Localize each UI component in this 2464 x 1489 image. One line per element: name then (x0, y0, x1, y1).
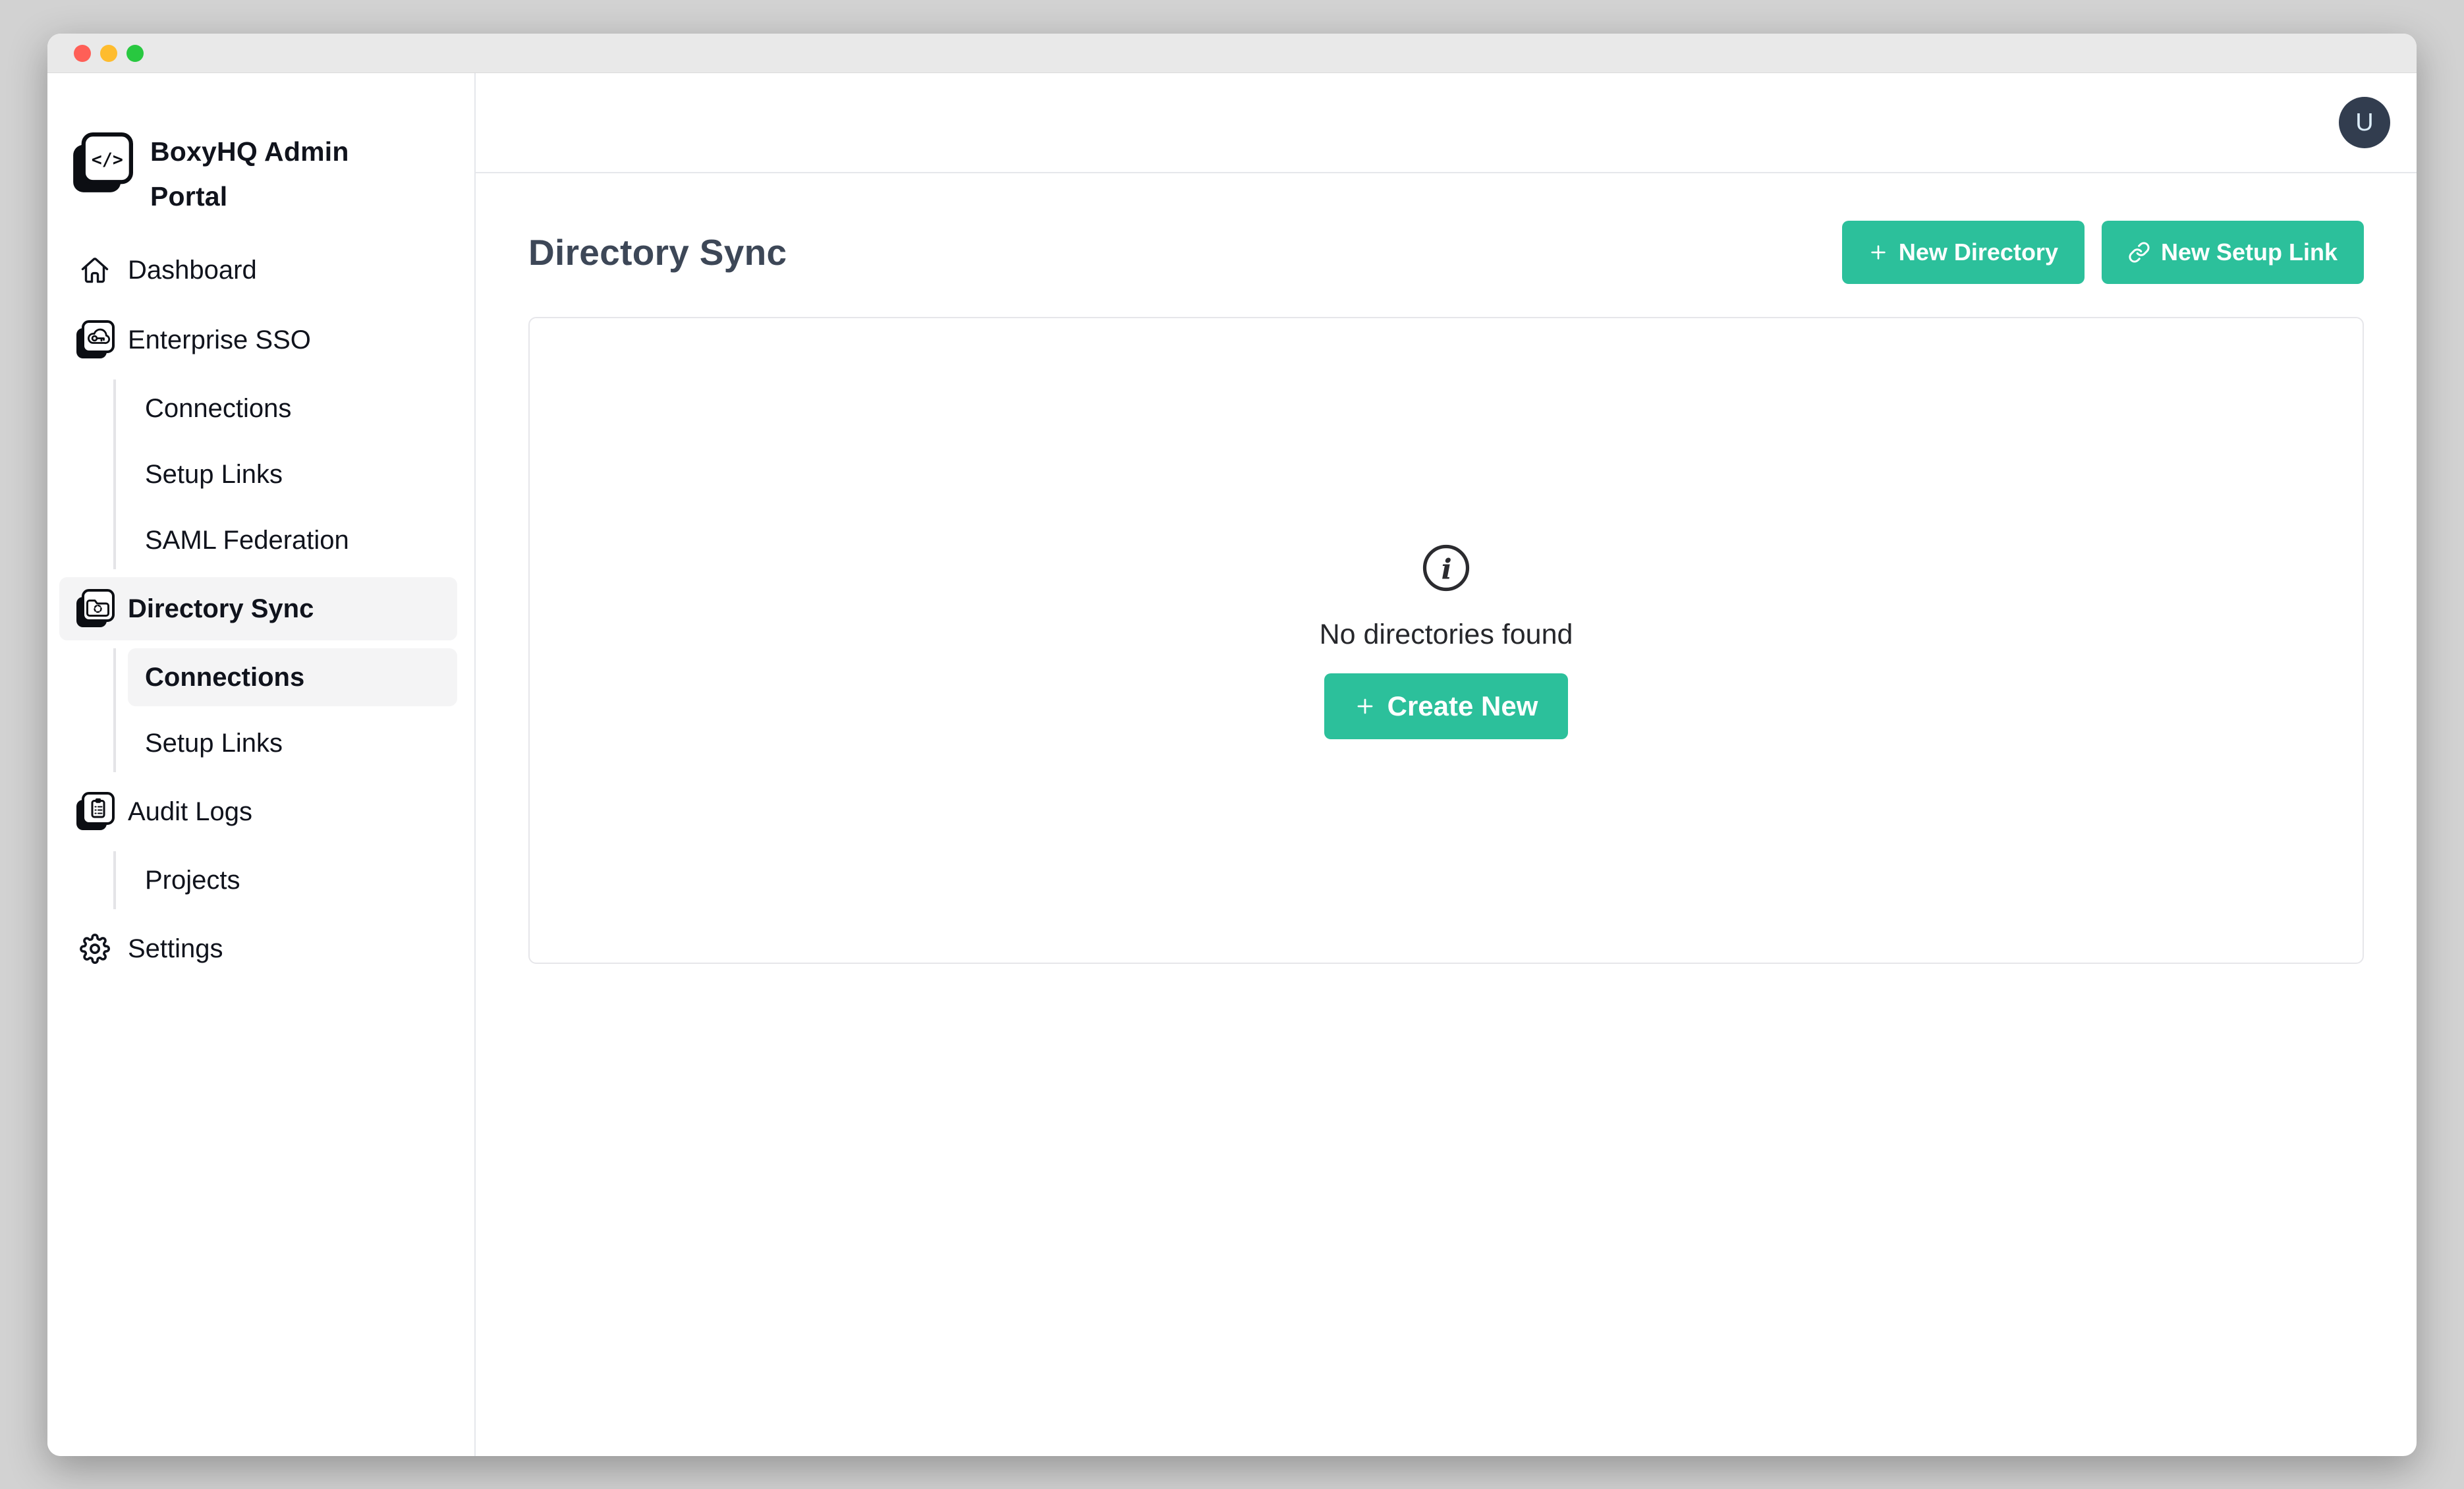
sidebar-item-saml-federation[interactable]: SAML Federation (128, 511, 457, 569)
button-label: New Setup Link (2161, 239, 2338, 266)
page-title: Directory Sync (528, 231, 787, 273)
button-label: Create New (1387, 690, 1538, 722)
sidebar-item-sso-setup-links[interactable]: Setup Links (128, 445, 457, 503)
sidebar-item-label: Audit Logs (128, 797, 252, 827)
keycap-folder-sync-icon (75, 589, 115, 629)
sidebar-item-label: Settings (128, 934, 223, 964)
sidebar-item-label: Setup Links (145, 729, 283, 758)
sidebar-item-settings[interactable]: Settings (59, 917, 457, 980)
main-area: U Directory Sync New Directory (476, 73, 2417, 1456)
keycap-clipboard-icon (75, 792, 115, 831)
plus-icon (1355, 696, 1376, 717)
sidebar-item-label: Projects (145, 866, 240, 895)
topbar: U (476, 73, 2417, 173)
window-titlebar (47, 34, 2417, 73)
page-content: Directory Sync New Directory (476, 173, 2417, 964)
sidebar-item-label: Connections (145, 394, 291, 424)
minimize-window-button[interactable] (100, 45, 117, 62)
sidebar-item-directory-sync[interactable]: Directory Sync (59, 577, 457, 640)
sidebar-item-enterprise-sso[interactable]: Enterprise SSO (59, 308, 457, 372)
sidebar-item-sso-connections[interactable]: Connections (128, 379, 457, 437)
app-window: </> BoxyHQ Admin Portal Dashboard (47, 34, 2417, 1456)
page-actions: New Directory New Setup Link (1842, 221, 2364, 284)
svg-text:i: i (1442, 552, 1452, 585)
avatar-letter: U (2355, 109, 2373, 137)
sidebar-item-label: Setup Links (145, 460, 283, 490)
close-window-button[interactable] (74, 45, 91, 62)
gear-icon (75, 929, 115, 969)
sidebar-item-dsync-connections[interactable]: Connections (128, 648, 457, 706)
sidebar-item-label: Directory Sync (128, 594, 314, 624)
sidebar-item-audit-logs[interactable]: Audit Logs (59, 780, 457, 843)
sidebar-subgroup-directory-sync: Connections Setup Links (113, 648, 457, 772)
boxyhq-logo-icon: </> (71, 132, 133, 194)
new-directory-button[interactable]: New Directory (1842, 221, 2085, 284)
empty-state-message: No directories found (1320, 619, 1573, 651)
sidebar-subgroup-audit-logs: Projects (113, 851, 457, 909)
sidebar-item-dsync-setup-links[interactable]: Setup Links (128, 714, 457, 772)
button-label: New Directory (1899, 239, 2058, 266)
home-icon (75, 250, 115, 290)
sidebar: </> BoxyHQ Admin Portal Dashboard (47, 73, 476, 1456)
sidebar-item-label: Connections (145, 663, 304, 692)
directories-empty-card: i No directories found Create New (528, 317, 2364, 964)
sidebar-subgroup-enterprise-sso: Connections Setup Links SAML Federation (113, 379, 457, 569)
sidebar-item-label: Enterprise SSO (128, 325, 311, 355)
sidebar-nav: Dashboard En (47, 239, 474, 987)
app-title: BoxyHQ Admin Portal (150, 130, 381, 219)
svg-text:</>: </> (92, 150, 123, 170)
info-icon: i (1420, 542, 1472, 594)
user-avatar-button[interactable]: U (2339, 97, 2390, 148)
new-setup-link-button[interactable]: New Setup Link (2102, 221, 2364, 284)
app-body: </> BoxyHQ Admin Portal Dashboard (47, 73, 2417, 1456)
create-new-button[interactable]: Create New (1324, 673, 1569, 739)
plus-icon (1868, 242, 1888, 262)
app-logo[interactable]: </> BoxyHQ Admin Portal (47, 130, 474, 219)
keycap-cloud-key-icon (75, 320, 115, 360)
sidebar-item-projects[interactable]: Projects (128, 851, 457, 909)
page-header: Directory Sync New Directory (528, 219, 2364, 285)
sidebar-item-label: Dashboard (128, 256, 257, 285)
sidebar-item-label: SAML Federation (145, 526, 349, 555)
sidebar-item-dashboard[interactable]: Dashboard (59, 239, 457, 302)
link-icon (2128, 241, 2150, 264)
zoom-window-button[interactable] (126, 45, 144, 62)
